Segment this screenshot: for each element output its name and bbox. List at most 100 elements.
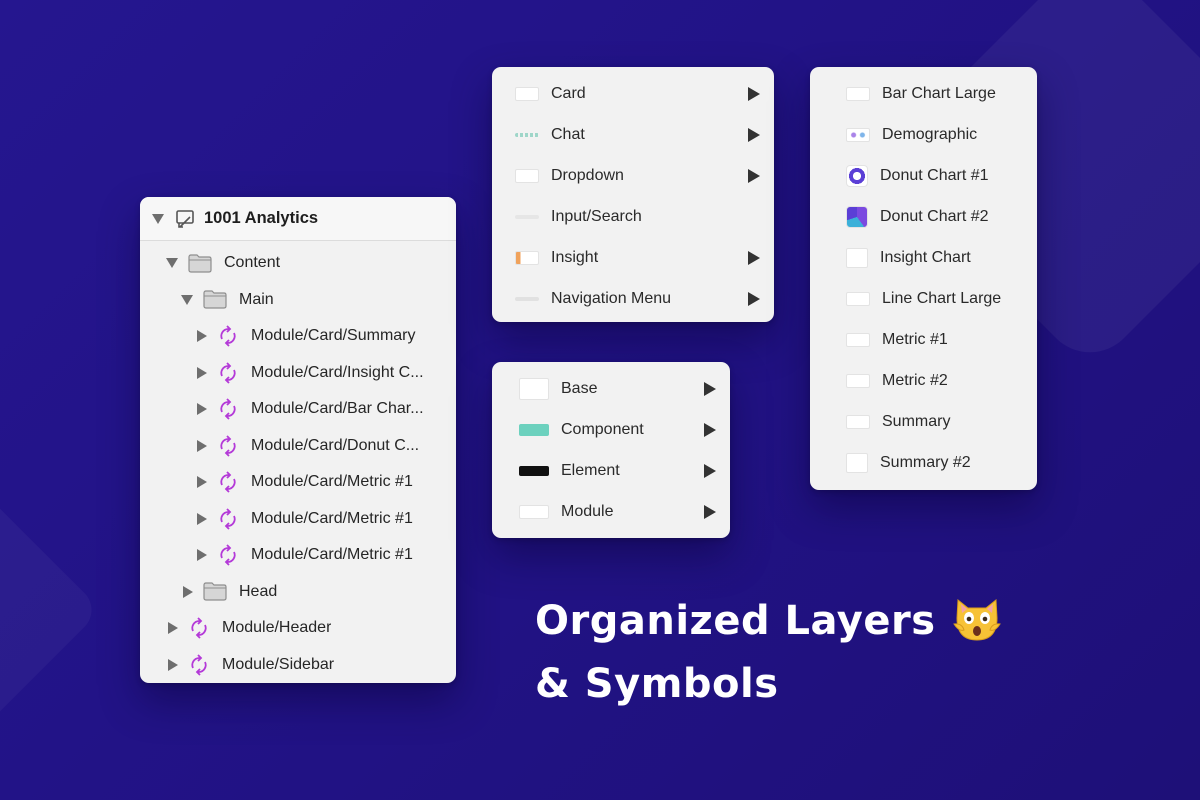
expand-triangle-icon[interactable] [197, 439, 207, 452]
symbol-icon [191, 654, 207, 676]
input-thumbnail-icon [515, 214, 539, 219]
menu-item-card[interactable]: Card [492, 73, 774, 114]
layer-row-content[interactable]: Content [140, 245, 456, 282]
menu-item-label: Module [561, 502, 614, 520]
layer-row-main[interactable]: Main [140, 282, 456, 319]
folder-icon [188, 254, 212, 273]
collapse-triangle-icon[interactable] [152, 213, 164, 224]
submenu-arrow-icon [748, 168, 760, 183]
menu-item-bar-chart-large[interactable]: Bar Chart Large [810, 73, 1037, 114]
layer-row-symbol[interactable]: Module/Card/Metric #1 [140, 537, 456, 574]
menu-item-summary-2[interactable]: Summary #2 [810, 442, 1037, 483]
layer-label: Module/Card/Summary [251, 327, 416, 345]
layer-row-symbol[interactable]: Module/Card/Metric #1 [140, 464, 456, 501]
metric-thumbnail-icon [846, 373, 870, 388]
menu-item-label: Component [561, 420, 644, 438]
layer-row-symbol[interactable]: Module/Card/Summary [140, 318, 456, 355]
expand-triangle-icon[interactable] [197, 476, 207, 489]
layers-header[interactable]: 1001 Analytics [140, 197, 456, 241]
collapse-triangle-icon[interactable] [166, 258, 178, 269]
collapse-triangle-icon[interactable] [181, 294, 193, 305]
cat-scream-emoji-icon [953, 599, 1001, 641]
layer-label: Module/Card/Metric #1 [251, 473, 413, 491]
layer-label: Content [224, 254, 281, 272]
menu-item-label: Element [561, 461, 620, 479]
category-menu: Base Component Element Module [492, 362, 730, 538]
layer-row-symbol[interactable]: Module/Card/Insight C... [140, 355, 456, 392]
artboard-title: 1001 Analytics [204, 209, 319, 227]
component-thumbnail-icon [519, 423, 549, 436]
submenu-arrow-icon [748, 250, 760, 265]
expand-triangle-icon[interactable] [197, 512, 207, 525]
layer-row-symbol[interactable]: Module/Card/Donut C... [140, 428, 456, 465]
menu-item-metric-2[interactable]: Metric #2 [810, 360, 1037, 401]
menu-item-input-search[interactable]: Input/Search [492, 196, 774, 237]
menu-item-base[interactable]: Base [492, 368, 730, 409]
headline-line-2: & Symbols [535, 661, 779, 707]
navigation-thumbnail-icon [515, 296, 539, 301]
layer-row-symbol[interactable]: Module/Card/Bar Char... [140, 391, 456, 428]
menu-item-label: Dropdown [551, 166, 624, 184]
menu-item-insight-chart[interactable]: Insight Chart [810, 237, 1037, 278]
menu-item-label: Line Chart Large [882, 289, 1002, 307]
layer-row-symbol[interactable]: Module/Header [140, 610, 456, 647]
symbol-icon [191, 617, 207, 639]
menu-item-label: Metric #1 [882, 330, 948, 348]
layer-label: Module/Card/Bar Char... [251, 400, 424, 418]
symbol-icon [220, 325, 236, 347]
bar-chart-thumbnail-icon [846, 86, 870, 101]
menu-item-donut-chart-1[interactable]: Donut Chart #1 [810, 155, 1037, 196]
menu-item-element[interactable]: Element [492, 450, 730, 491]
insight-chart-thumbnail-icon [846, 247, 868, 268]
expand-triangle-icon[interactable] [197, 549, 207, 562]
menu-item-module[interactable]: Module [492, 491, 730, 532]
menu-item-demographic[interactable]: Demographic [810, 114, 1037, 155]
symbol-icon [220, 435, 236, 457]
insight-thumbnail-icon [515, 250, 539, 265]
donut-chart-thumbnail-icon [846, 205, 868, 228]
layer-label: Module/Card/Donut C... [251, 436, 420, 454]
folder-icon [203, 290, 227, 309]
layer-label: Module/Header [222, 619, 332, 637]
expand-triangle-icon[interactable] [197, 366, 207, 379]
submenu-arrow-icon [704, 422, 716, 437]
menu-item-label: Navigation Menu [551, 289, 672, 307]
menu-item-label: Donut Chart #1 [880, 166, 989, 184]
folder-icon [203, 582, 227, 601]
submenu-arrow-icon [704, 504, 716, 519]
layer-row-symbol[interactable]: Module/Sidebar [140, 647, 456, 684]
menu-item-metric-1[interactable]: Metric #1 [810, 319, 1037, 360]
menu-item-insight[interactable]: Insight [492, 237, 774, 278]
expand-triangle-icon[interactable] [168, 622, 178, 635]
expand-triangle-icon[interactable] [197, 403, 207, 416]
menu-item-dropdown[interactable]: Dropdown [492, 155, 774, 196]
background-shape-left [0, 468, 102, 752]
menu-item-donut-chart-2[interactable]: Donut Chart #2 [810, 196, 1037, 237]
module-submenu: Card Chat Dropdown Input/Search Insight … [492, 67, 774, 322]
line-chart-thumbnail-icon [846, 291, 870, 306]
menu-item-label: Chat [551, 125, 585, 143]
menu-item-chat[interactable]: Chat [492, 114, 774, 155]
symbol-icon [220, 471, 236, 493]
dropdown-thumbnail-icon [515, 168, 539, 183]
menu-item-label: Demographic [882, 125, 978, 143]
expand-triangle-icon[interactable] [197, 330, 207, 343]
submenu-arrow-icon [748, 86, 760, 101]
menu-item-label: Card [551, 84, 586, 102]
expand-triangle-icon[interactable] [183, 585, 193, 598]
menu-item-label: Insight [551, 248, 599, 266]
menu-item-summary[interactable]: Summary [810, 401, 1037, 442]
metric-thumbnail-icon [846, 332, 870, 347]
layer-label: Module/Card/Metric #1 [251, 509, 413, 527]
menu-item-label: Input/Search [551, 207, 642, 225]
layer-row-head[interactable]: Head [140, 574, 456, 611]
layer-row-symbol[interactable]: Module/Card/Metric #1 [140, 501, 456, 538]
chat-thumbnail-icon [515, 132, 539, 137]
menu-item-component[interactable]: Component [492, 409, 730, 450]
layers-panel: 1001 Analytics Content Main Module/Card/… [140, 197, 456, 683]
base-thumbnail-icon [519, 377, 549, 400]
expand-triangle-icon[interactable] [168, 658, 178, 671]
menu-item-navigation-menu[interactable]: Navigation Menu [492, 278, 774, 319]
symbol-icon [220, 362, 236, 384]
menu-item-line-chart-large[interactable]: Line Chart Large [810, 278, 1037, 319]
